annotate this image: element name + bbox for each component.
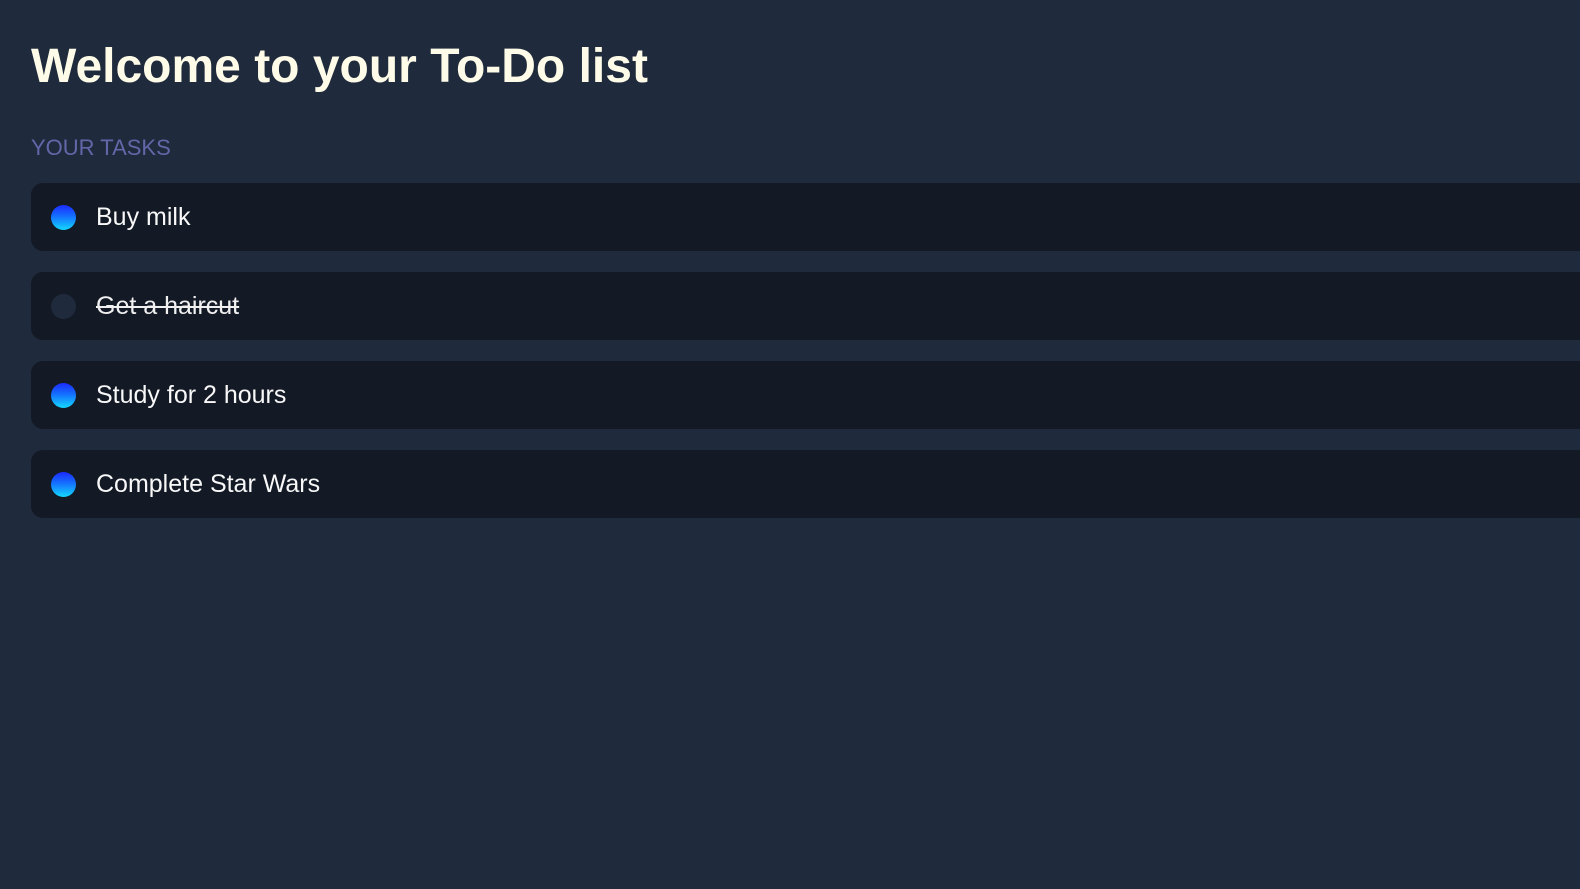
- task-label: Buy milk: [96, 203, 191, 231]
- page-title: Welcome to your To-Do list: [31, 40, 648, 93]
- task-toggle-icon[interactable]: [51, 294, 76, 319]
- task-item[interactable]: Get a haircut: [31, 272, 1580, 340]
- todo-page: Welcome to your To-Do list YOUR TASKS Bu…: [0, 0, 1580, 889]
- task-item[interactable]: Complete Star Wars: [31, 450, 1580, 518]
- task-label: Study for 2 hours: [96, 381, 287, 409]
- task-item[interactable]: Buy milk: [31, 183, 1580, 251]
- tasks-section-heading: YOUR TASKS: [31, 135, 171, 160]
- task-toggle-icon[interactable]: [51, 472, 76, 497]
- task-label: Get a haircut: [96, 292, 240, 320]
- task-list: Buy milk Get a haircut Study for 2 hours…: [31, 183, 1580, 539]
- task-toggle-icon[interactable]: [51, 205, 76, 230]
- task-label: Complete Star Wars: [96, 470, 321, 498]
- task-toggle-icon[interactable]: [51, 383, 76, 408]
- task-item[interactable]: Study for 2 hours: [31, 361, 1580, 429]
